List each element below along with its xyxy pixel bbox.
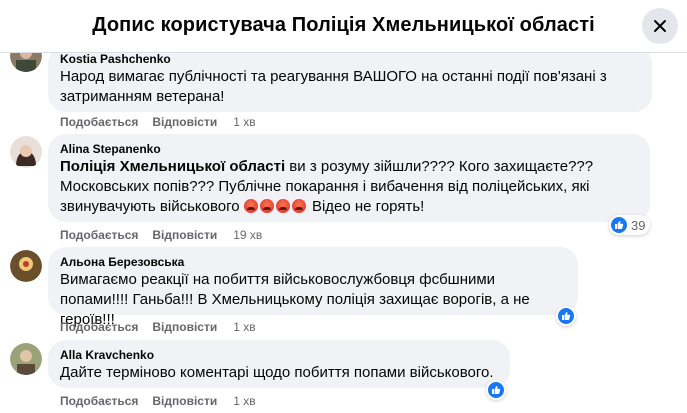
like-action[interactable]: Подобається xyxy=(60,393,138,409)
comment-text: Дайте терміново коментарі щодо побиття п… xyxy=(60,364,494,381)
angry-face-emoji xyxy=(259,199,274,213)
comment-bubble: Alina Stepanenko Поліція Хмельницької об… xyxy=(48,134,650,222)
thumbs-up-icon xyxy=(488,382,504,398)
comment-actions: Подобається Відповісти 1 хв xyxy=(60,319,270,335)
thumbs-up-icon xyxy=(558,308,574,324)
like-action[interactable]: Подобається xyxy=(60,227,138,243)
comment-time[interactable]: 1 хв xyxy=(233,114,255,130)
reply-action[interactable]: Відповісти xyxy=(152,393,217,409)
reaction-summary[interactable] xyxy=(486,380,506,400)
reaction-count: 39 xyxy=(631,217,646,233)
dialog-title: Допис користувача Поліція Хмельницької о… xyxy=(92,14,595,36)
angry-face-emoji xyxy=(291,199,306,213)
like-action[interactable]: Подобається xyxy=(60,114,138,130)
comment-author[interactable]: Kostia Pashchenko xyxy=(60,52,640,67)
close-icon xyxy=(654,20,666,32)
comment-author[interactable]: Альона Березовська xyxy=(60,255,566,270)
avatar[interactable] xyxy=(10,343,42,375)
comment-text: Поліція Хмельницької області ви з розуму… xyxy=(60,157,638,217)
comment-bubble: Альона Березовська Вимагаємо реакції на … xyxy=(48,247,578,328)
reply-action[interactable]: Відповісти xyxy=(152,227,217,243)
comment-time[interactable]: 1 хв xyxy=(233,319,255,335)
reaction-summary[interactable]: 39 xyxy=(609,215,651,235)
comment-text: Народ вимагає публічності та реагування … xyxy=(60,68,607,105)
dialog-header: Допис користувача Поліція Хмельницької о… xyxy=(0,0,687,53)
page-mention-link[interactable]: Поліція Хмельницької області xyxy=(60,158,285,175)
thumbs-up-icon xyxy=(611,217,627,233)
reaction-summary[interactable] xyxy=(556,306,576,326)
comment-actions: Подобається Відповісти 1 хв xyxy=(60,114,270,130)
comment-actions: Подобається Відповісти 19 хв xyxy=(60,227,276,243)
comment-time[interactable]: 19 хв xyxy=(233,227,262,243)
reply-action[interactable]: Відповісти xyxy=(152,319,217,335)
comment-author[interactable]: Alina Stepanenko xyxy=(60,142,638,157)
comment-time[interactable]: 1 хв xyxy=(233,393,255,409)
avatar[interactable] xyxy=(10,250,42,282)
comment-bubble: Kostia Pashchenko Народ вимагає публічно… xyxy=(48,46,652,112)
comment-actions: Подобається Відповісти 1 хв xyxy=(60,393,270,409)
comment-text-part: Відео не горять! xyxy=(307,198,425,215)
close-button[interactable] xyxy=(642,8,678,44)
like-action[interactable]: Подобається xyxy=(60,319,138,335)
avatar[interactable] xyxy=(10,136,42,168)
angry-face-emoji xyxy=(275,199,290,213)
comment-bubble: Alla Kravchenko Дайте терміново коментар… xyxy=(48,340,510,388)
angry-face-emoji xyxy=(243,199,258,213)
reply-action[interactable]: Відповісти xyxy=(152,114,217,130)
comment-author[interactable]: Alla Kravchenko xyxy=(60,348,498,363)
